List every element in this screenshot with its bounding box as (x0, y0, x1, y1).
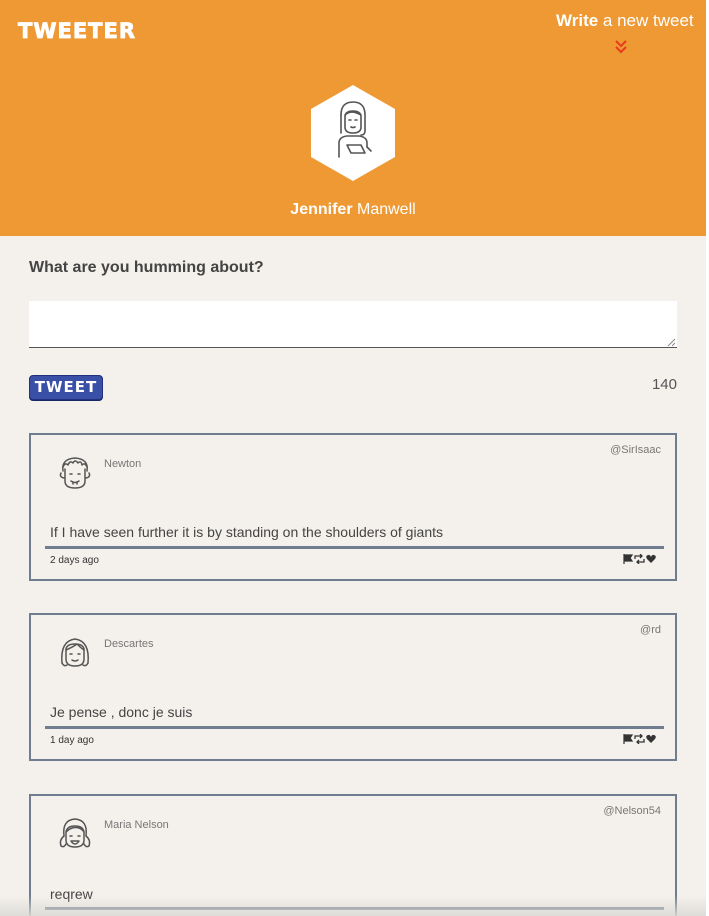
descartes-avatar-icon (61, 638, 89, 667)
tweet-timestamp: 2 days ago (50, 555, 99, 566)
maria-avatar-icon (59, 818, 91, 848)
tweet-author-handle[interactable]: @rd (640, 624, 661, 636)
tweet-author-name[interactable]: Descartes (104, 638, 154, 650)
tweet-divider (45, 546, 664, 549)
write-link-rest: a new tweet (598, 11, 694, 30)
character-counter: 140 (651, 376, 677, 393)
tweet-author-handle[interactable]: @SirIsaac (610, 444, 661, 456)
resize-grip-icon[interactable] (667, 338, 676, 347)
compose-label: What are you humming about? (29, 259, 264, 276)
profile-last-name: Manwell (352, 201, 416, 218)
profile-first-name: Jennifer (290, 201, 353, 218)
profile-name: Jennifer Manwell (0, 201, 706, 219)
retweet-icon[interactable] (634, 734, 645, 744)
tweet-author-name[interactable]: Newton (104, 458, 141, 470)
tweet-author-name[interactable]: Maria Nelson (104, 819, 169, 831)
write-new-tweet-link[interactable]: Write a new tweet (556, 11, 696, 31)
retweet-icon[interactable] (634, 554, 645, 564)
chevron-double-down-icon[interactable] (614, 40, 628, 54)
profile-avatar (311, 85, 395, 181)
newton-avatar-icon (59, 457, 91, 489)
tweet-actions (623, 554, 656, 564)
tweet-text: Je pense , donc je suis (50, 704, 193, 720)
flag-icon[interactable] (623, 734, 633, 744)
tweet-divider (45, 726, 664, 729)
heart-icon[interactable] (646, 554, 656, 564)
tweet-timestamp: 1 day ago (50, 735, 94, 746)
tweet-author-handle[interactable]: @Nelson54 (603, 805, 661, 817)
scroll-fade (0, 896, 706, 916)
tweet-button[interactable]: TWEET (29, 375, 103, 400)
tweet-card: Descartes @rd Je pense , donc je suis 1 … (29, 613, 677, 761)
profile-header: TWEETER Write a new tweet Jennifer Manwe… (0, 0, 706, 236)
tweet-text: If I have seen further it is by standing… (50, 524, 444, 540)
heart-icon[interactable] (646, 734, 656, 744)
tweet-compose-input[interactable] (29, 301, 677, 348)
tweet-card: Newton @SirIsaac If I have seen further … (29, 433, 677, 581)
app-logo[interactable]: TWEETER (18, 19, 136, 44)
tweet-actions (623, 734, 656, 744)
flag-icon[interactable] (623, 554, 633, 564)
write-link-bold: Write (556, 11, 599, 30)
